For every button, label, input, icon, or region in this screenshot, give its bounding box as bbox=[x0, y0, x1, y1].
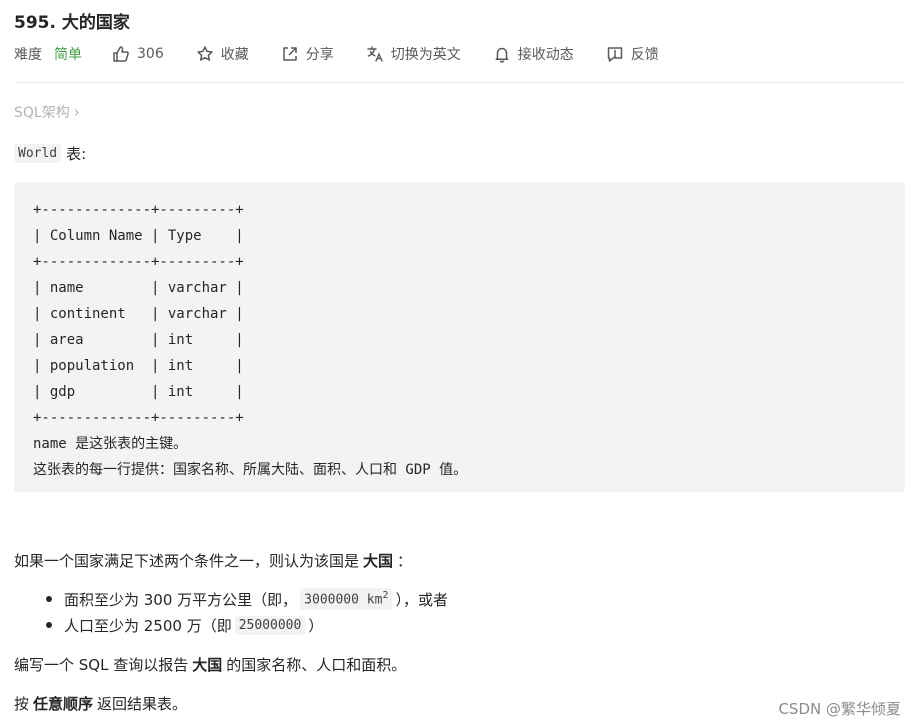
like-count: 306 bbox=[137, 46, 164, 62]
condition-suffix: ） bbox=[308, 616, 324, 635]
list-item: 人口至少为 2500 万（即 25000000 ） bbox=[14, 612, 448, 638]
condition-intro-text: 如果一个国家满足下述两个条件之一，则认为该国是 bbox=[14, 552, 360, 570]
task-suffix: 的国家名称、人口和面积。 bbox=[226, 656, 407, 674]
order-text: 按 bbox=[14, 695, 30, 713]
schema-line: | population | int | bbox=[33, 358, 244, 374]
like-button[interactable]: 306 bbox=[112, 45, 164, 63]
header-divider bbox=[14, 82, 904, 83]
difficulty-label: 难度 bbox=[14, 47, 42, 63]
switch-language-button[interactable]: 切换为英文 bbox=[366, 44, 461, 64]
subscribe-label: 接收动态 bbox=[517, 47, 574, 63]
breadcrumb[interactable]: SQL架构 › bbox=[14, 102, 80, 122]
breadcrumb-category[interactable]: SQL架构 bbox=[14, 102, 70, 122]
condition-text: 人口至少为 2500 万（即 bbox=[64, 616, 232, 635]
share-button[interactable]: 分享 bbox=[281, 44, 334, 64]
task-paragraph: 编写一个 SQL 查询以报告 大国 的国家名称、人口和面积。 bbox=[14, 654, 406, 675]
subscribe-button[interactable]: 接收动态 bbox=[493, 44, 574, 64]
csdn-watermark: CSDN @繁华倾夏 bbox=[778, 700, 901, 718]
condition-suffix: ），或者 bbox=[395, 590, 448, 609]
schema-code-block: +-------------+---------+ | Column Name … bbox=[14, 182, 905, 492]
condition-intro-paragraph: 如果一个国家满足下述两个条件之一，则认为该国是 大国 ： bbox=[14, 550, 412, 571]
schema-line: +-------------+---------+ bbox=[33, 254, 244, 270]
task-text: 编写一个 SQL 查询以报告 bbox=[14, 656, 189, 674]
schema-line: +-------------+---------+ bbox=[33, 410, 244, 426]
table-intro: World 表: bbox=[14, 143, 86, 164]
condition-intro-suffix: ： bbox=[397, 552, 413, 570]
feedback-icon bbox=[607, 47, 622, 62]
order-suffix: 返回结果表。 bbox=[97, 695, 188, 713]
favorite-label: 收藏 bbox=[220, 47, 249, 63]
schema-line: +-------------+---------+ bbox=[33, 202, 244, 218]
population-threshold-code: 25000000 bbox=[234, 615, 306, 635]
favorite-button[interactable]: 收藏 bbox=[196, 44, 249, 64]
order-bold: 任意顺序 bbox=[33, 695, 94, 713]
feedback-label: 反馈 bbox=[630, 47, 659, 63]
feedback-button[interactable]: 反馈 bbox=[606, 44, 659, 64]
conditions-list: 面积至少为 300 万平方公里（即， 3000000 km2 ），或者 人口至少… bbox=[14, 586, 448, 638]
area-unit-exponent: 2 bbox=[382, 590, 389, 602]
schema-line: | area | int | bbox=[33, 332, 244, 348]
bell-icon bbox=[495, 47, 509, 63]
list-item: 面积至少为 300 万平方公里（即， 3000000 km2 ），或者 bbox=[14, 586, 448, 612]
share-icon bbox=[282, 47, 297, 61]
thumbs-up-icon bbox=[113, 46, 129, 62]
chevron-right-icon: › bbox=[73, 103, 80, 121]
schema-line: | Column Name | Type | bbox=[33, 228, 244, 244]
problem-meta-bar: 难度 简单 306 收藏 分享 切换为英文 接收动态 反馈 bbox=[14, 42, 691, 66]
star-icon bbox=[197, 46, 213, 61]
schema-line: | name | varchar | bbox=[33, 280, 244, 296]
schema-note-line: name 是这张表的主键。 bbox=[33, 436, 188, 452]
problem-title: 595. 大的国家 bbox=[14, 13, 130, 33]
area-threshold-value: 3000000 km bbox=[304, 592, 383, 608]
switch-language-label: 切换为英文 bbox=[390, 47, 461, 63]
translate-icon bbox=[367, 46, 383, 62]
table-name-code: World bbox=[14, 144, 62, 163]
condition-intro-bold: 大国 bbox=[363, 552, 394, 570]
area-threshold-code: 3000000 km2 bbox=[300, 588, 393, 610]
difficulty-badge: 简单 bbox=[54, 47, 82, 63]
schema-line: | gdp | int | bbox=[33, 384, 244, 400]
schema-line: | continent | varchar | bbox=[33, 306, 244, 322]
order-paragraph: 按 任意顺序 返回结果表。 bbox=[14, 693, 187, 714]
table-intro-suffix: 表: bbox=[66, 145, 87, 163]
share-label: 分享 bbox=[305, 47, 334, 63]
task-bold: 大国 bbox=[192, 656, 223, 674]
condition-text: 面积至少为 300 万平方公里（即， bbox=[64, 590, 298, 609]
schema-note-line: 这张表的每一行提供：国家名称、所属大陆、面积、人口和 GDP 值。 bbox=[33, 462, 468, 478]
